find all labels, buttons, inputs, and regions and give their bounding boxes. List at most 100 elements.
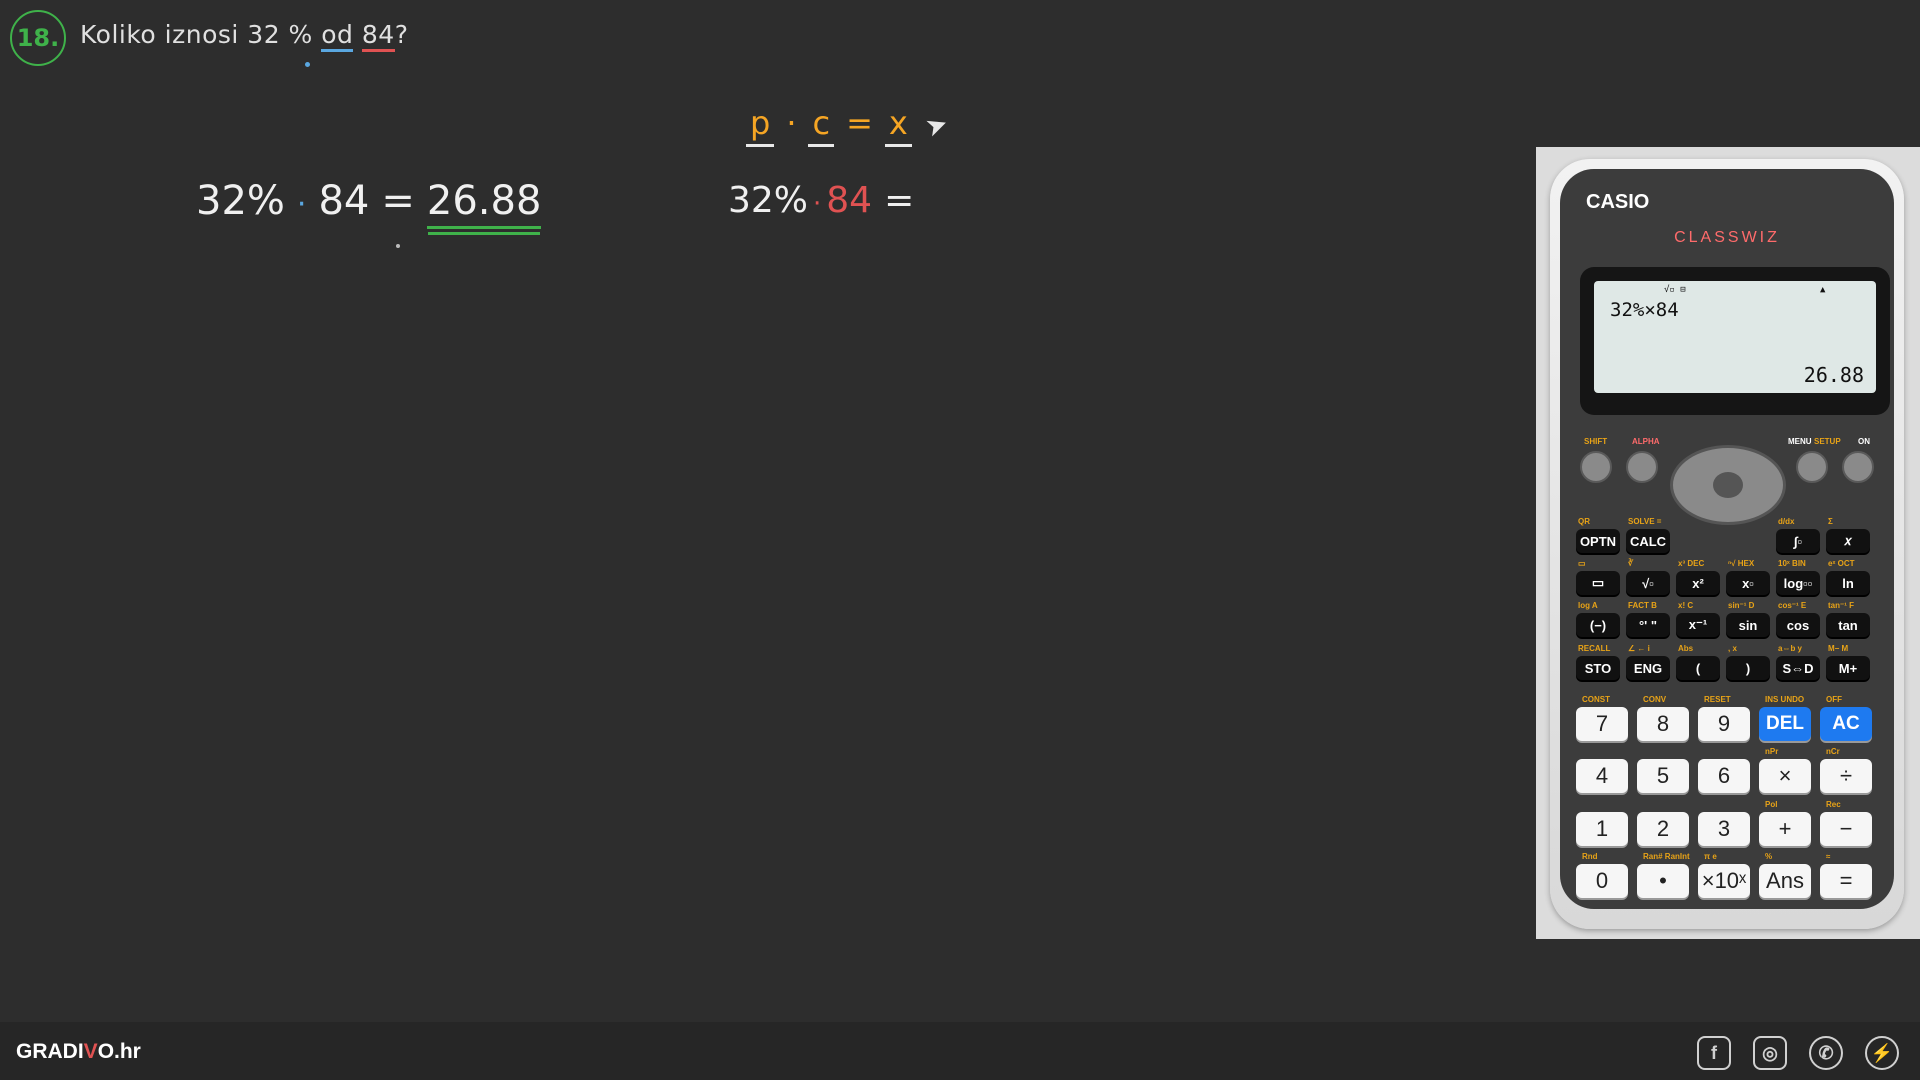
key-num[interactable]: 5: [1637, 759, 1689, 793]
num-key-sublabel: OFF: [1826, 695, 1842, 704]
fn-key-sublabel: tan⁻¹ F: [1828, 601, 1854, 610]
fn-key[interactable]: (−): [1576, 613, 1620, 637]
num-key-sublabel: CONST: [1582, 695, 1610, 704]
on-label: ON: [1858, 437, 1870, 446]
on-button[interactable]: [1842, 451, 1874, 483]
key-num[interactable]: 7: [1576, 707, 1628, 741]
left-equation: 32% · 84 = 26.88: [196, 178, 542, 229]
key-num[interactable]: 1: [1576, 812, 1628, 846]
key-ac[interactable]: AC: [1820, 707, 1872, 741]
calculator-screen-frame: √▫ ⊟ ▲ 32%×84 26.88: [1580, 267, 1890, 415]
key-num[interactable]: =: [1820, 864, 1872, 898]
key-num[interactable]: −: [1820, 812, 1872, 846]
fn-key[interactable]: ▭: [1576, 571, 1620, 595]
shift-button[interactable]: [1580, 451, 1612, 483]
fn-key[interactable]: M+: [1826, 656, 1870, 680]
num-key-sublabel: Rnd: [1582, 852, 1598, 861]
key-num[interactable]: 8: [1637, 707, 1689, 741]
fn-key[interactable]: OPTN: [1576, 529, 1620, 553]
cursor-icon: ➤: [921, 108, 953, 144]
fn-key[interactable]: sin: [1726, 613, 1770, 637]
fn-key[interactable]: x²: [1676, 571, 1720, 595]
fn-key[interactable]: tan: [1826, 613, 1870, 637]
fn-key-sublabel: ▭: [1578, 559, 1586, 568]
key-num[interactable]: 9: [1698, 707, 1750, 741]
fn-key[interactable]: ∫▫: [1776, 529, 1820, 553]
fn-key-sublabel: eˣ OCT: [1828, 559, 1855, 568]
key-num[interactable]: •: [1637, 864, 1689, 898]
alpha-label: ALPHA: [1632, 437, 1660, 446]
right-percent: 32%: [728, 180, 809, 221]
key-num[interactable]: 6: [1698, 759, 1750, 793]
instagram-icon[interactable]: ◎: [1753, 1036, 1787, 1070]
fn-key-sublabel: log A: [1578, 601, 1598, 610]
calculator-face: CASIO CLASSWIZ √▫ ⊟ ▲ 32%×84 26.88 SHIFT…: [1560, 169, 1894, 909]
directional-pad[interactable]: [1670, 445, 1786, 525]
question-space: [353, 20, 361, 49]
logo-v: V: [83, 1040, 98, 1063]
menu-button[interactable]: [1796, 451, 1828, 483]
question-prefix: Koliko iznosi 32 %: [80, 20, 322, 49]
screen-expression: 32%×84: [1610, 299, 1679, 321]
formula-c: c: [808, 104, 835, 147]
fn-key[interactable]: ENG: [1626, 656, 1670, 680]
setup-label: SETUP: [1814, 437, 1841, 446]
fn-key-sublabel: M− M: [1828, 644, 1849, 653]
fn-key[interactable]: cos: [1776, 613, 1820, 637]
key-num[interactable]: +: [1759, 812, 1811, 846]
num-key-sublabel: ≈: [1826, 852, 1831, 861]
left-percent: 32%: [196, 178, 285, 224]
key-num[interactable]: ×10ˣ: [1698, 864, 1750, 898]
fn-key[interactable]: (: [1676, 656, 1720, 680]
key-num[interactable]: ÷: [1820, 759, 1872, 793]
fn-key-sublabel: QR: [1578, 517, 1590, 526]
num-key-sublabel: nCr: [1826, 747, 1840, 756]
fn-key[interactable]: 𝑥: [1826, 529, 1870, 553]
fn-key[interactable]: ): [1726, 656, 1770, 680]
calculator: CASIO CLASSWIZ √▫ ⊟ ▲ 32%×84 26.88 SHIFT…: [1550, 159, 1904, 929]
site-logo[interactable]: GRADIVO.hr: [16, 1040, 141, 1064]
fn-key-sublabel: Abs: [1678, 644, 1694, 653]
key-num[interactable]: 2: [1637, 812, 1689, 846]
key-num[interactable]: 0: [1576, 864, 1628, 898]
fn-key[interactable]: STO: [1576, 656, 1620, 680]
fn-key[interactable]: x⁻¹: [1676, 613, 1720, 637]
fn-key[interactable]: °' ": [1626, 613, 1670, 637]
left-number: 84: [318, 178, 370, 224]
key-del[interactable]: DEL: [1759, 707, 1811, 741]
fn-key[interactable]: CALC: [1626, 529, 1670, 553]
messenger-icon[interactable]: ⚡: [1865, 1036, 1899, 1070]
num-key-sublabel: Pol: [1765, 800, 1778, 809]
alpha-button[interactable]: [1626, 451, 1658, 483]
task-number-badge: 18.: [10, 10, 66, 66]
fn-key-sublabel: 10ˣ BIN: [1778, 559, 1806, 568]
num-key-sublabel: π e: [1704, 852, 1717, 861]
question-mark: ?: [394, 20, 409, 49]
key-num[interactable]: ×: [1759, 759, 1811, 793]
key-num[interactable]: 4: [1576, 759, 1628, 793]
fn-key[interactable]: log▫▫: [1776, 571, 1820, 595]
fn-key[interactable]: ln: [1826, 571, 1870, 595]
fn-key[interactable]: x▫: [1726, 571, 1770, 595]
num-key-sublabel: CONV: [1643, 695, 1667, 704]
question-text: Koliko iznosi 32 % od 84?: [80, 20, 409, 52]
fn-key[interactable]: S⇔D: [1776, 656, 1820, 680]
screen-result: 26.88: [1803, 363, 1864, 387]
num-key-sublabel: nPr: [1765, 747, 1779, 756]
right-equals: =: [884, 180, 915, 221]
fn-key-sublabel: , x: [1728, 644, 1737, 653]
logo-suffix: O.hr: [97, 1040, 141, 1063]
whatsapp-icon[interactable]: ✆: [1809, 1036, 1843, 1070]
left-equals: =: [381, 178, 415, 224]
key-num[interactable]: 3: [1698, 812, 1750, 846]
right-dot: ·: [813, 189, 822, 219]
key-num[interactable]: Ans: [1759, 864, 1811, 898]
fn-key-sublabel: Σ: [1828, 517, 1833, 526]
fn-key-sublabel: ⁿ√ HEX: [1728, 559, 1755, 568]
facebook-icon[interactable]: f: [1697, 1036, 1731, 1070]
fn-key-sublabel: SOLVE =: [1628, 517, 1662, 526]
fn-key[interactable]: √▫: [1626, 571, 1670, 595]
num-key-sublabel: Ran# RanInt: [1643, 852, 1690, 861]
formula-dot: ·: [786, 104, 797, 142]
scroll-up-icon: ▲: [1820, 285, 1826, 295]
